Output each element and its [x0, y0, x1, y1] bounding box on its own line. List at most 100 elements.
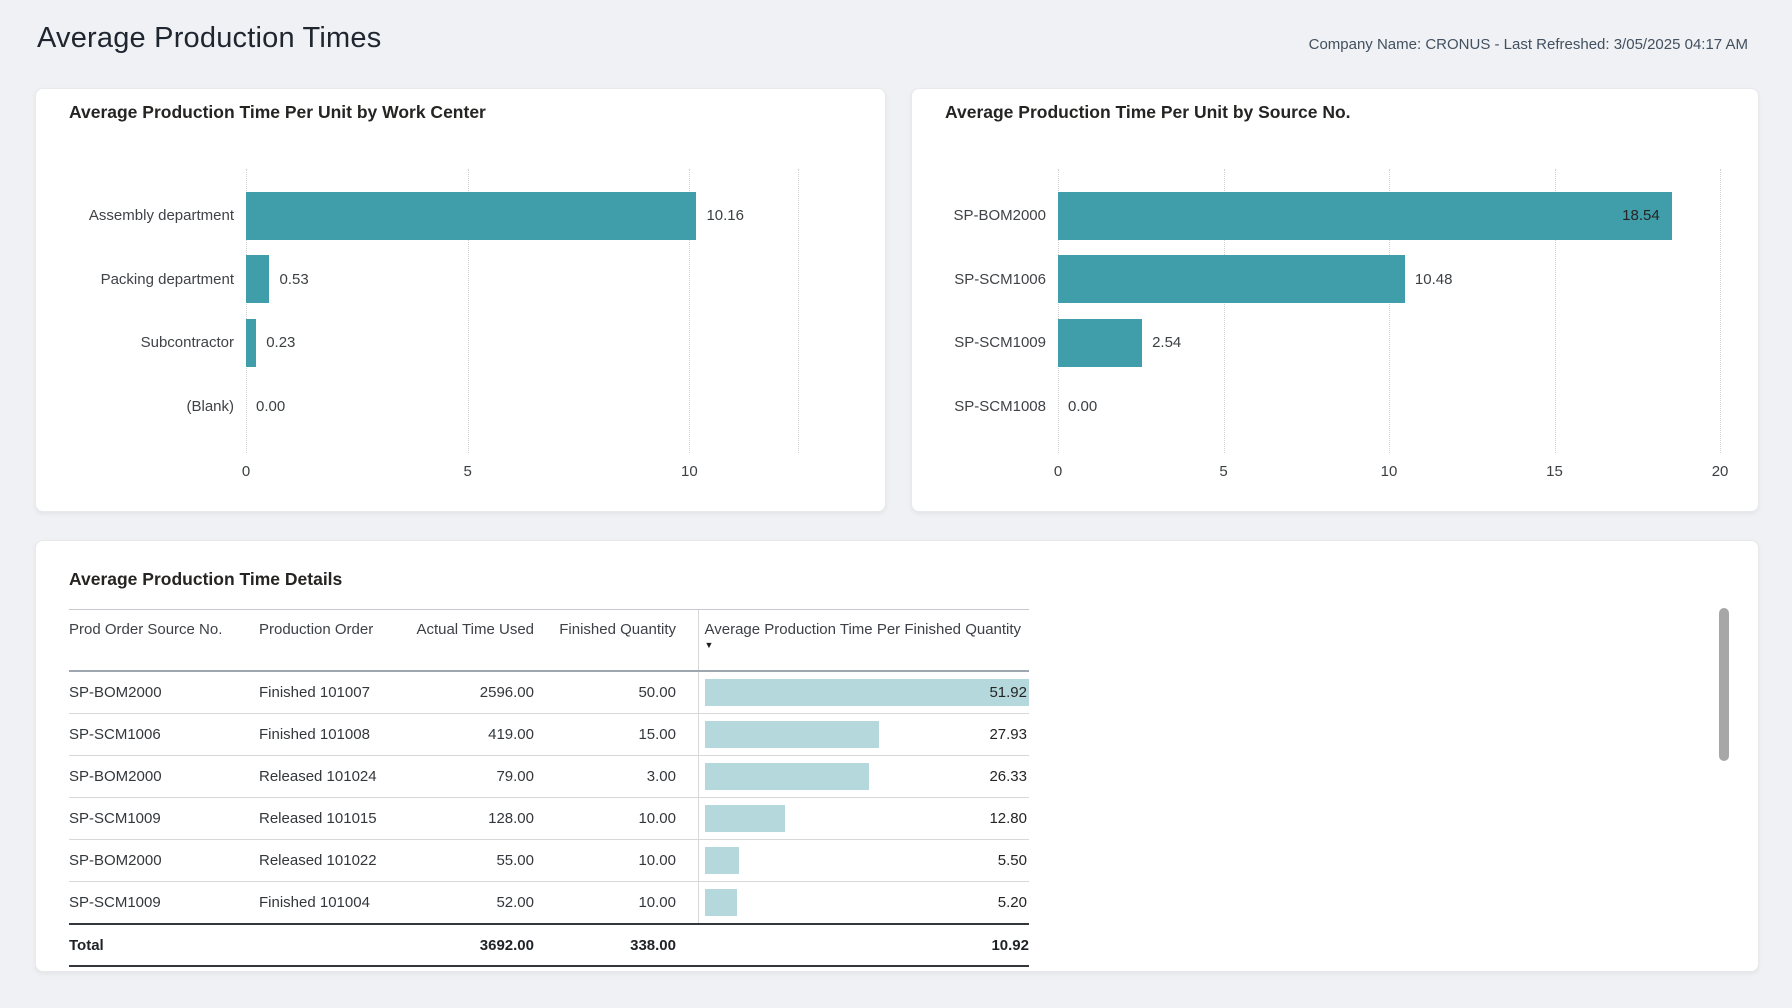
table-cell[interactable]: 128.00: [409, 798, 534, 840]
bar[interactable]: [1058, 192, 1672, 240]
gridline: [798, 169, 799, 453]
category-label: (Blank): [69, 382, 234, 430]
category-label: Subcontractor: [69, 319, 234, 367]
column-gap: [676, 610, 698, 672]
table-row[interactable]: SP-BOM2000Released 10102479.003.00 26.33: [69, 756, 1029, 798]
table-cell[interactable]: 50.00: [534, 671, 676, 714]
total-cell: [676, 924, 698, 966]
bar-value-label: 0.53: [279, 255, 308, 303]
total-cell: Total: [69, 924, 259, 966]
bar-value-label: 2.54: [1152, 319, 1181, 367]
table-cell[interactable]: 52.00: [409, 882, 534, 925]
table-cell[interactable]: 55.00: [409, 840, 534, 882]
table-cell-avg[interactable]: 26.33: [698, 756, 1029, 798]
data-bar: [705, 679, 1030, 706]
table-cell[interactable]: SP-BOM2000: [69, 756, 259, 798]
cell-value: 5.50: [998, 840, 1027, 881]
bar-value-label: 18.54: [1600, 192, 1660, 240]
table-row[interactable]: SP-BOM2000Finished 1010072596.0050.00 51.…: [69, 671, 1029, 714]
x-axis-tick-label: 15: [1533, 463, 1577, 480]
data-bar: [705, 847, 739, 874]
table-cell[interactable]: SP-SCM1009: [69, 882, 259, 925]
x-axis-tick-label: 10: [667, 463, 711, 480]
table-cell[interactable]: Released 101024: [259, 756, 409, 798]
table-cell: [676, 756, 698, 798]
table-row[interactable]: SP-BOM2000Released 10102255.0010.00 5.50: [69, 840, 1029, 882]
table-cell-avg[interactable]: 12.80: [698, 798, 1029, 840]
category-label: Packing department: [69, 255, 234, 303]
bar[interactable]: [1058, 255, 1405, 303]
table-cell[interactable]: SP-SCM1009: [69, 798, 259, 840]
data-bar-cell: 12.80: [705, 798, 1030, 839]
data-bar-cell: 51.92: [705, 672, 1030, 713]
data-bar: [705, 805, 785, 832]
table-cell: [676, 840, 698, 882]
bar-value-label: 0.00: [256, 382, 285, 430]
table-row[interactable]: SP-SCM1009Released 101015128.0010.00 12.8…: [69, 798, 1029, 840]
table-cell-avg[interactable]: 51.92: [698, 671, 1029, 714]
column-header-label: Average Production Time Per Finished Qua…: [705, 621, 1022, 638]
table-cell-avg[interactable]: 27.93: [698, 714, 1029, 756]
table-title: Average Production Time Details: [69, 569, 342, 590]
bar[interactable]: [246, 192, 696, 240]
work-center-chart-card: Average Production Time Per Unit by Work…: [35, 88, 886, 512]
data-bar: [705, 763, 870, 790]
table-header-row: Prod Order Source No.Production OrderAct…: [69, 610, 1029, 672]
report-page: Average Production Times Company Name: C…: [0, 0, 1792, 1008]
x-axis-tick-label: 5: [446, 463, 490, 480]
table-cell[interactable]: 10.00: [534, 798, 676, 840]
bar[interactable]: [246, 255, 269, 303]
table-cell[interactable]: Finished 101004: [259, 882, 409, 925]
bar[interactable]: [1058, 319, 1142, 367]
table-cell: [676, 714, 698, 756]
table-cell[interactable]: SP-SCM1006: [69, 714, 259, 756]
page-title: Average Production Times: [37, 22, 381, 55]
table-cell-avg[interactable]: 5.20: [698, 882, 1029, 925]
vertical-scrollbar-thumb[interactable]: [1719, 608, 1729, 761]
data-bar: [705, 889, 738, 916]
bar[interactable]: [246, 319, 256, 367]
table-cell[interactable]: 79.00: [409, 756, 534, 798]
sort-descending-icon: ▼: [705, 641, 1030, 650]
table-row[interactable]: SP-SCM1009Finished 10100452.0010.00 5.20: [69, 882, 1029, 925]
data-bar-cell: 26.33: [705, 756, 1030, 797]
table-cell[interactable]: SP-BOM2000: [69, 840, 259, 882]
x-axis-tick-label: 5: [1202, 463, 1246, 480]
source-no-chart-card: Average Production Time Per Unit by Sour…: [911, 88, 1759, 512]
table-cell-avg[interactable]: 5.50: [698, 840, 1029, 882]
table-row[interactable]: SP-SCM1006Finished 101008419.0015.00 27.9…: [69, 714, 1029, 756]
table-cell[interactable]: Finished 101008: [259, 714, 409, 756]
source-no-bar-chart: 05101520SP-BOM200018.54SP-SCM100610.48SP…: [912, 89, 1758, 511]
details-table: Prod Order Source No.Production OrderAct…: [69, 609, 1029, 967]
data-bar-cell: 5.50: [705, 840, 1030, 881]
column-header[interactable]: Finished Quantity: [534, 610, 676, 672]
category-label: SP-SCM1008: [945, 382, 1046, 430]
total-cell: 3692.00: [409, 924, 534, 966]
total-cell: 338.00: [534, 924, 676, 966]
category-label: SP-SCM1006: [945, 255, 1046, 303]
cell-value: 51.92: [989, 672, 1027, 713]
table-cell[interactable]: 15.00: [534, 714, 676, 756]
column-header[interactable]: Production Order: [259, 610, 409, 672]
column-header[interactable]: Prod Order Source No.: [69, 610, 259, 672]
table-cell[interactable]: 10.00: [534, 882, 676, 925]
details-table-card: Average Production Time Details Prod Ord…: [35, 540, 1759, 972]
data-bar-cell: 27.93: [705, 714, 1030, 755]
column-header[interactable]: Average Production Time Per Finished Qua…: [698, 610, 1029, 672]
table-total-row: Total3692.00338.0010.92: [69, 924, 1029, 966]
table-cell[interactable]: 3.00: [534, 756, 676, 798]
table-cell[interactable]: Released 101022: [259, 840, 409, 882]
cell-value: 12.80: [989, 798, 1027, 839]
table-cell[interactable]: 2596.00: [409, 671, 534, 714]
column-header[interactable]: Actual Time Used: [409, 610, 534, 672]
table-cell[interactable]: SP-BOM2000: [69, 671, 259, 714]
bar-value-label: 0.23: [266, 319, 295, 367]
table-cell[interactable]: Finished 101007: [259, 671, 409, 714]
data-bar-cell: 5.20: [705, 882, 1030, 923]
table-header-row: Prod Order Source No.Production OrderAct…: [69, 610, 1029, 672]
table-cell[interactable]: 419.00: [409, 714, 534, 756]
table-cell[interactable]: Released 101015: [259, 798, 409, 840]
table-cell[interactable]: 10.00: [534, 840, 676, 882]
gridline: [1720, 169, 1721, 453]
bar-value-label: 10.16: [706, 192, 744, 240]
